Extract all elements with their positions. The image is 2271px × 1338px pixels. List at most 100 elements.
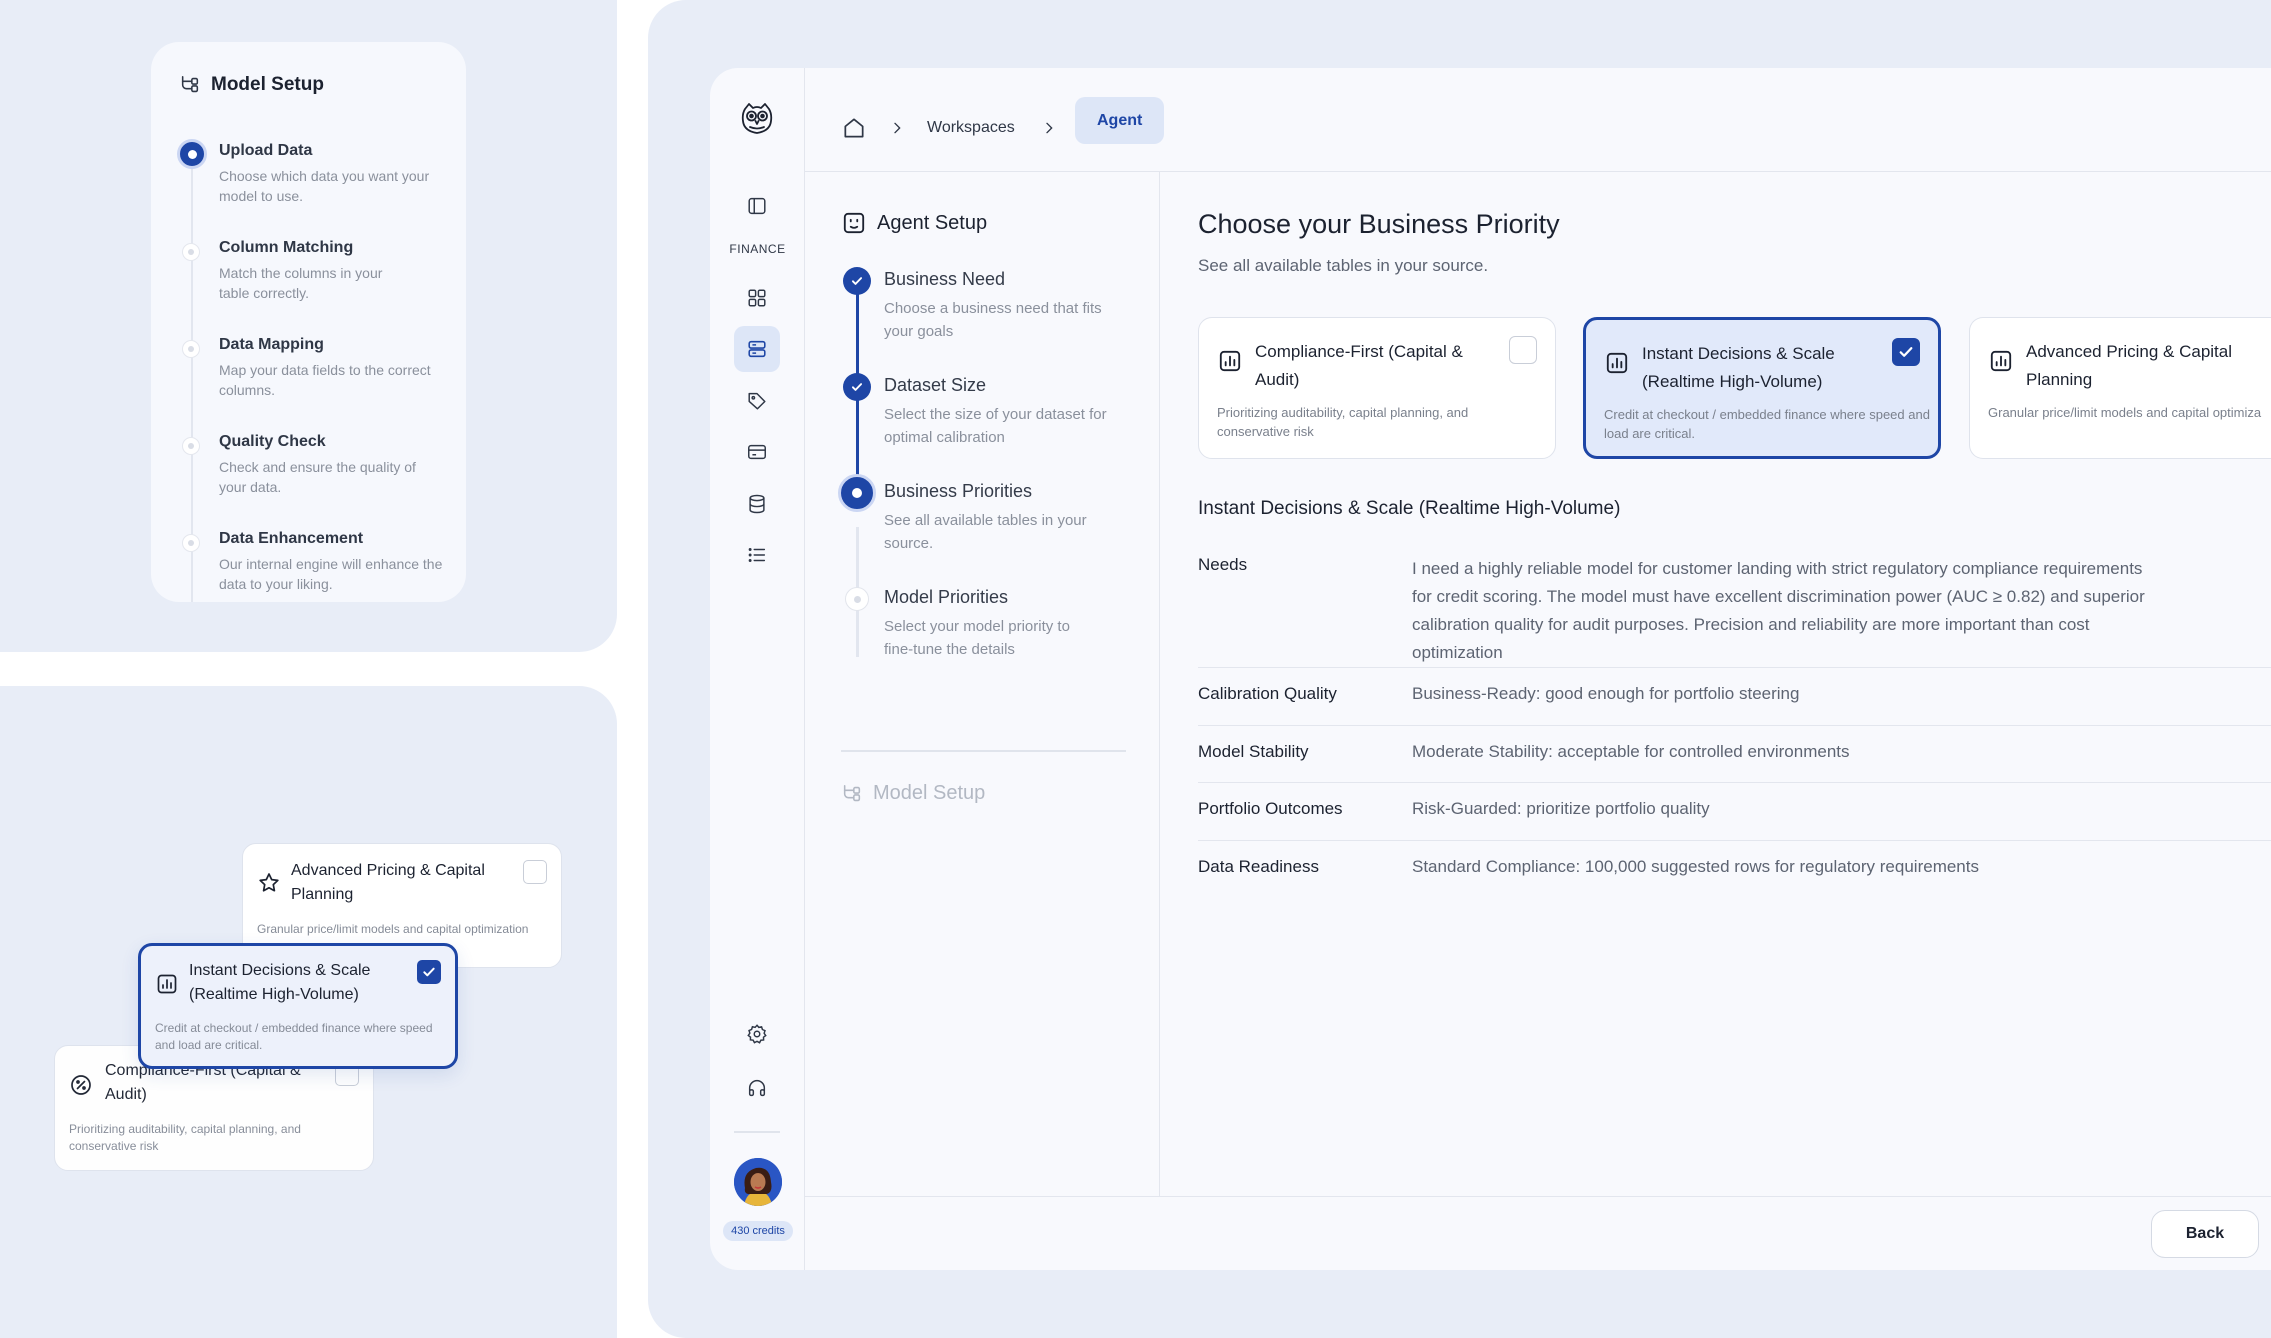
step-desc: Match the columns in your table correctl… [219,265,383,301]
card-icon[interactable] [734,429,780,475]
step-pending-dot [182,437,200,455]
main-content: Choose your Business Priority See all av… [1161,172,2271,1197]
detail-value: Risk-Guarded: prioritize portfolio quali… [1412,799,1710,818]
step-title: Quality Check [219,433,326,450]
card-desc: Granular price/limit models and capital … [257,922,529,936]
step-desc: Choose which data you want your model to… [219,168,430,204]
detail-value: Moderate Stability: acceptable for contr… [1412,742,1850,761]
card-desc: Credit at checkout / embedded finance wh… [155,1021,433,1052]
step-desc: Map your data fields to the correct colu… [219,362,431,398]
card-title: Instant Decisions & Scale (Realtime High… [189,962,371,1003]
bar-chart-icon [1217,348,1243,374]
step-desc: Select your model priority to fine-tune … [884,618,1070,658]
detail-label: Needs [1198,555,1248,574]
step-title: Data Mapping [219,336,324,353]
grid-icon[interactable] [734,275,780,321]
card-title: Instant Decisions & Scale (Realtime High… [1642,344,1835,391]
chevron-right-icon [889,120,905,136]
back-button[interactable]: Back [2151,1210,2259,1258]
detail-row-model-stability: Model Stability Moderate Stability: acce… [1198,726,2271,783]
step-pending-dot [182,243,200,261]
step-title: Model Priorities [884,587,1009,607]
agent-setup-title: Agent Setup [841,210,987,236]
home-icon[interactable] [841,115,867,141]
headset-icon[interactable] [734,1065,780,1111]
check-icon [850,380,864,394]
detail-row-portfolio-outcomes: Portfolio Outcomes Risk-Guarded: priorit… [1198,783,2271,841]
model-setup-section[interactable]: Model Setup [841,782,985,805]
card-checkbox[interactable] [523,860,547,884]
flow-icon [841,783,863,805]
detail-row-data-readiness: Data Readiness Standard Compliance: 100,… [1198,841,2271,899]
step-title: Column Matching [219,239,354,256]
detail-section-title: Instant Decisions & Scale (Realtime High… [1198,498,1621,519]
check-icon [1897,343,1915,361]
priority-card-compliance-first[interactable]: Compliance-First (Capital & Audit) Prior… [1198,317,1556,459]
settings-icon[interactable] [734,1011,780,1057]
breadcrumb-agent[interactable]: Agent [1075,97,1165,144]
step-title: Upload Data [219,142,313,159]
step-done-dot [843,267,871,295]
page-subtitle: See all available tables in your source. [1198,256,1489,275]
app-window: FINANCE 430 credits Workspaces Agent Age… [710,68,2271,1270]
credits-badge: 430 credits [723,1221,793,1241]
steps-divider [841,750,1126,752]
card-title: Compliance-First (Capital & Audit) [1255,342,1463,389]
step-desc: See all available tables in your source. [884,512,1087,552]
chevron-right-icon [1041,120,1057,136]
stacked-card-instant-decisions[interactable]: Instant Decisions & Scale (Realtime High… [138,943,458,1069]
bar-chart-icon [155,972,179,996]
priority-card-instant-decisions[interactable]: Instant Decisions & Scale (Realtime High… [1583,317,1941,459]
step-title: Dataset Size [884,375,987,395]
step-title: Business Priorities [884,481,1033,501]
step-pending-dot [182,340,200,358]
model-setup-timeline [191,142,193,602]
step-active-dot [177,139,207,169]
detail-value: I need a highly reliable model for custo… [1412,559,2145,662]
check-icon [421,964,437,980]
detail-value: Business-Ready: good enough for portfoli… [1412,684,1800,703]
step-desc: Check and ensure the quality of your dat… [219,459,416,495]
detail-label: Model Stability [1198,742,1309,761]
card-checkbox-checked[interactable] [1892,338,1920,366]
rail-divider [734,1131,780,1133]
card-checkbox[interactable] [1509,336,1537,364]
card-title: Advanced Pricing & Capital Planning [2026,342,2233,389]
card-desc: Credit at checkout / embedded finance wh… [1604,407,1930,441]
step-title: Data Enhancement [219,530,364,547]
avatar[interactable] [734,1158,782,1206]
step-desc: Select the size of your dataset for opti… [884,406,1107,446]
top-bar: Workspaces Agent [805,68,2271,172]
server-icon[interactable] [734,326,780,372]
card-desc: Prioritizing auditability, capital plann… [1217,405,1469,439]
model-setup-card: Model Setup Upload Data Choose which dat… [151,42,466,602]
priority-card-advanced-pricing[interactable]: Advanced Pricing & Capital Planning Gran… [1969,317,2271,459]
card-desc: Granular price/limit models and capital … [1988,405,2262,420]
tag-icon[interactable] [734,378,780,424]
card-checkbox-checked[interactable] [417,960,441,984]
page-title: Choose your Business Priority [1198,209,1560,239]
detail-label: Data Readiness [1198,857,1319,876]
step-desc: Our internal engine will enhance the dat… [219,556,443,592]
bar-chart-icon [1988,348,2014,374]
sidebar-toggle-icon[interactable] [734,183,780,229]
check-icon [850,274,864,288]
detail-row-needs: Needs I need a highly reliable model for… [1198,540,2271,668]
card-title: Advanced Pricing & Capital Planning [291,862,485,903]
detail-label: Portfolio Outcomes [1198,799,1343,818]
flow-icon [179,74,201,96]
owl-logo-icon[interactable] [734,95,780,141]
detail-value: Standard Compliance: 100,000 suggested r… [1412,857,1979,876]
breadcrumb-workspaces[interactable]: Workspaces [927,119,1015,137]
step-pending-dot [845,587,869,611]
rail-section-label: FINANCE [729,242,786,256]
breadcrumb: Workspaces [841,104,1057,152]
database-icon[interactable] [734,481,780,527]
detail-row-calibration-quality: Calibration Quality Business-Ready: good… [1198,668,2271,726]
percent-icon [69,1073,93,1097]
agent-setup-steps: Agent Setup Business Need Choose a busin… [805,172,1160,1197]
model-setup-title: Model Setup [179,74,324,96]
star-icon [257,871,281,895]
footer-bar: Back [805,1196,2271,1270]
list-icon[interactable] [734,532,780,578]
